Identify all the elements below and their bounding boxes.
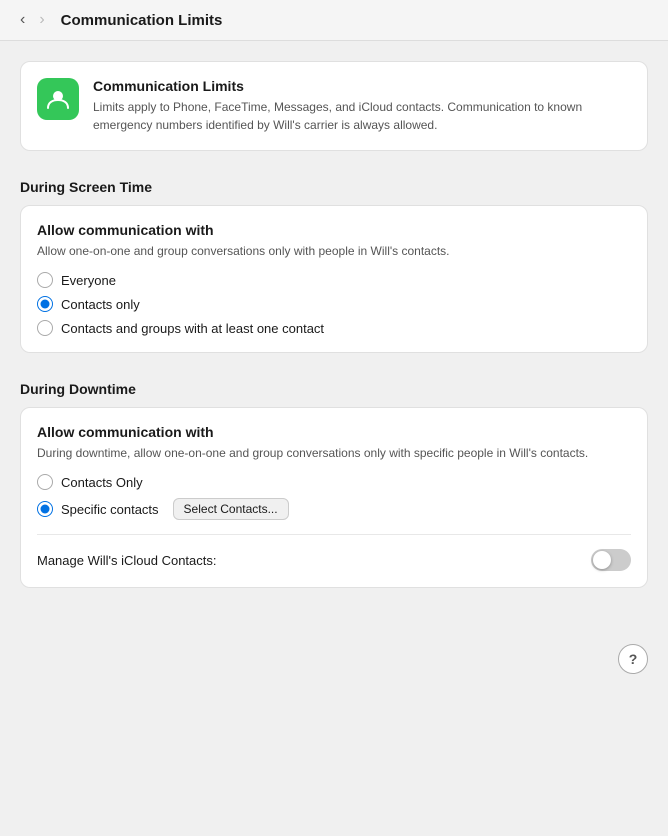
- screen-time-contacts-groups-option[interactable]: Contacts and groups with at least one co…: [37, 320, 631, 336]
- screen-time-section-label: During Screen Time: [20, 179, 648, 195]
- forward-button[interactable]: ›: [35, 10, 48, 30]
- manage-row: Manage Will's iCloud Contacts:: [37, 534, 631, 571]
- back-button[interactable]: ‹: [16, 10, 29, 30]
- screen-time-radio-group: Everyone Contacts only Contacts and grou…: [37, 272, 631, 336]
- manage-label: Manage Will's iCloud Contacts:: [37, 553, 217, 568]
- screen-time-everyone-label: Everyone: [61, 273, 116, 288]
- page-title: Communication Limits: [61, 12, 223, 29]
- screen-time-everyone-option[interactable]: Everyone: [37, 272, 631, 288]
- downtime-specific-radio[interactable]: [37, 501, 53, 517]
- downtime-contacts-only-radio[interactable]: [37, 474, 53, 490]
- main-content: Communication Limits Limits apply to Pho…: [0, 41, 668, 636]
- downtime-specific-option[interactable]: Specific contacts Select Contacts...: [37, 498, 631, 520]
- manage-toggle[interactable]: [591, 549, 631, 571]
- nav-bar: ‹ › Communication Limits: [0, 0, 668, 41]
- screen-time-card: Allow communication with Allow one-on-on…: [20, 205, 648, 353]
- back-icon: ‹: [20, 11, 25, 28]
- downtime-specific-label: Specific contacts: [61, 502, 159, 517]
- toggle-thumb: [593, 551, 611, 569]
- screen-time-card-title: Allow communication with: [37, 222, 631, 238]
- contacts-icon: [45, 86, 71, 112]
- screen-time-contacts-groups-radio[interactable]: [37, 320, 53, 336]
- downtime-contacts-only-option[interactable]: Contacts Only: [37, 474, 631, 490]
- info-card-title: Communication Limits: [93, 78, 631, 94]
- downtime-card-title: Allow communication with: [37, 424, 631, 440]
- downtime-section-label: During Downtime: [20, 381, 648, 397]
- info-card: Communication Limits Limits apply to Pho…: [20, 61, 648, 151]
- screen-time-card-desc: Allow one-on-one and group conversations…: [37, 242, 631, 260]
- downtime-contacts-only-label: Contacts Only: [61, 475, 143, 490]
- app-icon: [37, 78, 79, 120]
- select-contacts-button[interactable]: Select Contacts...: [173, 498, 289, 520]
- downtime-card-desc: During downtime, allow one-on-one and gr…: [37, 444, 631, 462]
- screen-time-everyone-radio[interactable]: [37, 272, 53, 288]
- screen-time-contacts-groups-label: Contacts and groups with at least one co…: [61, 321, 324, 336]
- screen-time-contacts-only-radio[interactable]: [37, 296, 53, 312]
- screen-time-contacts-only-option[interactable]: Contacts only: [37, 296, 631, 312]
- help-button[interactable]: ?: [618, 644, 648, 674]
- downtime-radio-group: Contacts Only Specific contacts Select C…: [37, 474, 631, 520]
- forward-icon: ›: [39, 11, 44, 28]
- info-text: Communication Limits Limits apply to Pho…: [93, 78, 631, 134]
- help-btn-container: ?: [0, 636, 668, 690]
- screen-time-contacts-only-label: Contacts only: [61, 297, 140, 312]
- info-card-description: Limits apply to Phone, FaceTime, Message…: [93, 98, 631, 134]
- downtime-card: Allow communication with During downtime…: [20, 407, 648, 588]
